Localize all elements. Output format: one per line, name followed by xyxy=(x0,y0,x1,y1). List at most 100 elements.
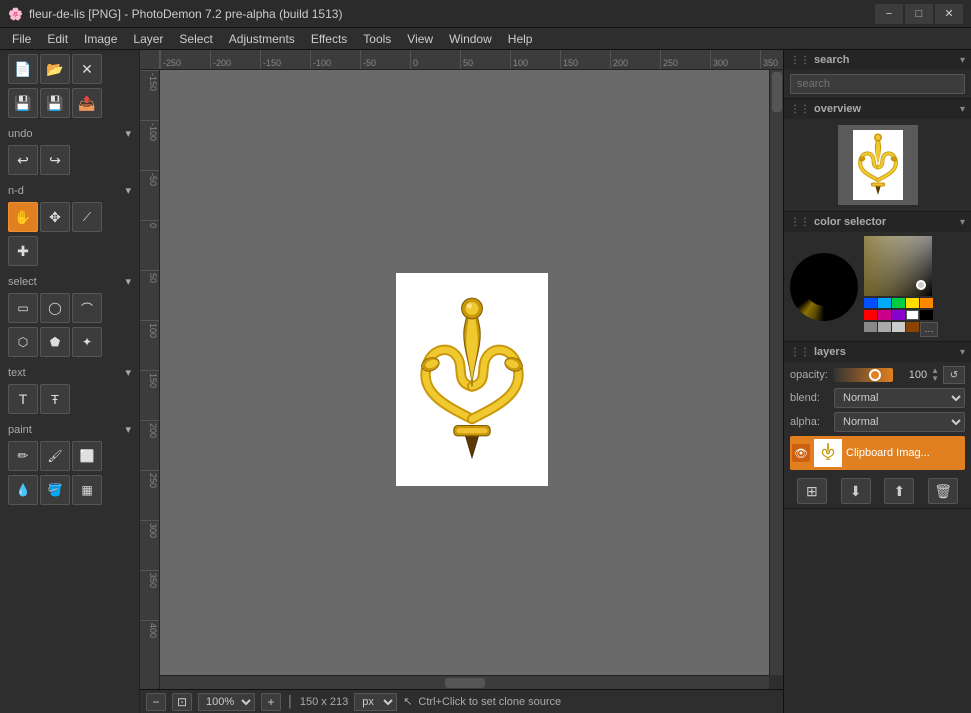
menu-adjustments[interactable]: Adjustments xyxy=(221,30,303,48)
color-picker[interactable] xyxy=(864,236,932,296)
search-header[interactable]: ⋮⋮ search ▾ xyxy=(784,50,971,70)
layers-header-left: ⋮⋮ layers xyxy=(790,346,846,358)
ruler-mark-v: -50 xyxy=(140,170,159,220)
swatch-gray1[interactable] xyxy=(864,322,877,332)
redo-button[interactable]: ↪ xyxy=(40,145,70,175)
opacity-down-arrow[interactable]: ▼ xyxy=(931,375,939,383)
zoom-out-button[interactable]: − xyxy=(146,693,166,711)
gradient-button[interactable]: ▦ xyxy=(72,475,102,505)
swatch-magenta[interactable] xyxy=(878,310,891,320)
color-selector-header[interactable]: ⋮⋮ color selector ▾ xyxy=(784,212,971,232)
scroll-thumb-vertical[interactable] xyxy=(772,72,782,112)
canvas-scrollbar-horizontal[interactable] xyxy=(160,675,769,689)
swatch-blue[interactable] xyxy=(864,298,877,308)
new-button[interactable]: 📄 xyxy=(8,54,38,84)
canvas-scrollbar-vertical[interactable] xyxy=(769,70,783,675)
swatch-green[interactable] xyxy=(892,298,905,308)
menu-effects[interactable]: Effects xyxy=(303,30,355,48)
hand-tool-button[interactable]: ✋ xyxy=(8,202,38,232)
undo-button[interactable]: ↩ xyxy=(8,145,38,175)
menu-view[interactable]: View xyxy=(399,30,441,48)
move-tool-button[interactable]: ✥ xyxy=(40,202,70,232)
rect-select-button[interactable]: ▭ xyxy=(8,293,38,323)
fill-button[interactable]: 🪣 xyxy=(40,475,70,505)
poly-lasso2-button[interactable]: ⬟ xyxy=(40,327,70,357)
clone-button[interactable]: 💧 xyxy=(8,475,38,505)
undo-header[interactable]: undo ▾ xyxy=(4,124,135,143)
layers-collapse-icon[interactable]: ▾ xyxy=(960,347,965,358)
swatch-black[interactable] xyxy=(920,310,933,320)
opacity-reset-button[interactable]: ↺ xyxy=(943,366,965,384)
text-tool-button[interactable]: T xyxy=(8,384,38,414)
poly-lasso-button[interactable]: ⬡ xyxy=(8,327,38,357)
lasso-button[interactable]: ⌒ xyxy=(72,293,102,323)
minimize-button[interactable]: − xyxy=(875,4,903,24)
menu-select[interactable]: Select xyxy=(171,30,220,48)
canvas-scroll[interactable] xyxy=(160,70,783,689)
swatch-white[interactable] xyxy=(906,310,919,320)
ellipse-select-button[interactable]: ◯ xyxy=(40,293,70,323)
more-swatches-button[interactable]: … xyxy=(920,322,938,337)
menu-file[interactable]: File xyxy=(4,30,39,48)
pencil-button[interactable]: ✏ xyxy=(8,441,38,471)
opacity-slider[interactable] xyxy=(834,368,893,382)
zoom-fit-button[interactable]: ⊡ xyxy=(172,693,192,711)
swatch-orange[interactable] xyxy=(920,298,933,308)
layer-add-button[interactable]: ⊞ xyxy=(797,478,827,504)
zoom-in-button[interactable]: + xyxy=(261,693,281,711)
color-wheel[interactable] xyxy=(790,253,858,321)
save-as-button[interactable]: 💾 xyxy=(40,88,70,118)
paint-header[interactable]: paint ▾ xyxy=(4,420,135,439)
swatch-red[interactable] xyxy=(864,310,877,320)
layer-flatten-button[interactable]: ⬆ xyxy=(884,478,914,504)
layer-visibility-button[interactable]: 👁 xyxy=(792,444,810,462)
menu-tools[interactable]: Tools xyxy=(355,30,399,48)
swatch-yellow[interactable] xyxy=(906,298,919,308)
eraser-button[interactable]: ⬜ xyxy=(72,441,102,471)
blend-select[interactable]: Normal Multiply Screen Overlay xyxy=(834,388,965,408)
select-header[interactable]: select ▾ xyxy=(4,272,135,291)
alpha-select[interactable]: Normal Inherit xyxy=(834,412,965,432)
titlebar: 🌸 fleur-de-lis [PNG] - PhotoDemon 7.2 pr… xyxy=(0,0,971,28)
scroll-thumb-horizontal[interactable] xyxy=(445,678,485,688)
export-button[interactable]: 📤 xyxy=(72,88,102,118)
close-file-button[interactable]: ✕ xyxy=(72,54,102,84)
swatch-gray2[interactable] xyxy=(878,322,891,332)
layer-delete-button[interactable]: 🗑 xyxy=(928,478,958,504)
open-button[interactable]: 📂 xyxy=(40,54,70,84)
swatch-gray3[interactable] xyxy=(892,322,905,332)
close-button[interactable]: ✕ xyxy=(935,4,963,24)
menu-image[interactable]: Image xyxy=(76,30,125,48)
eyedropper-tool-button[interactable]: ⟋ xyxy=(72,202,102,232)
overview-header[interactable]: ⋮⋮ overview ▾ xyxy=(784,99,971,119)
layers-header[interactable]: ⋮⋮ layers ▾ xyxy=(784,342,971,362)
brush-button[interactable]: 🖌 xyxy=(40,441,70,471)
zoom-select[interactable]: 100% 50% 200% 25% xyxy=(198,693,255,711)
swatch-cyan[interactable] xyxy=(878,298,891,308)
magic-wand-button[interactable]: ✦ xyxy=(72,327,102,357)
maximize-button[interactable]: □ xyxy=(905,4,933,24)
overview-drag-icon: ⋮⋮ xyxy=(790,104,810,115)
unit-select[interactable]: px % in cm xyxy=(354,693,397,711)
select-tools-row1: ▭ ◯ ⌒ xyxy=(4,291,135,325)
window-title: fleur-de-lis [PNG] - PhotoDemon 7.2 pre-… xyxy=(29,7,343,21)
save-button[interactable]: 💾 xyxy=(8,88,38,118)
swatch-purple[interactable] xyxy=(892,310,905,320)
menu-window[interactable]: Window xyxy=(441,30,500,48)
canvas-size-display: 150 x 213 xyxy=(300,696,348,708)
text-path-button[interactable]: Ŧ xyxy=(40,384,70,414)
menu-help[interactable]: Help xyxy=(500,30,541,48)
crosshair-tool-button[interactable]: ✚ xyxy=(8,236,38,266)
search-collapse-icon[interactable]: ▾ xyxy=(960,55,965,66)
nd-header[interactable]: n-d ▾ xyxy=(4,181,135,200)
search-input[interactable] xyxy=(790,74,965,94)
text-header[interactable]: text ▾ xyxy=(4,363,135,382)
layer-merge-down-button[interactable]: ⬇ xyxy=(841,478,871,504)
layer-item[interactable]: 👁 Clipboard Imag... xyxy=(790,436,965,470)
menu-layer[interactable]: Layer xyxy=(125,30,171,48)
menu-edit[interactable]: Edit xyxy=(39,30,76,48)
opacity-knob[interactable] xyxy=(869,369,881,381)
swatch-brown[interactable] xyxy=(906,322,919,332)
overview-collapse-icon[interactable]: ▾ xyxy=(960,104,965,115)
color-collapse-icon[interactable]: ▾ xyxy=(960,217,965,228)
